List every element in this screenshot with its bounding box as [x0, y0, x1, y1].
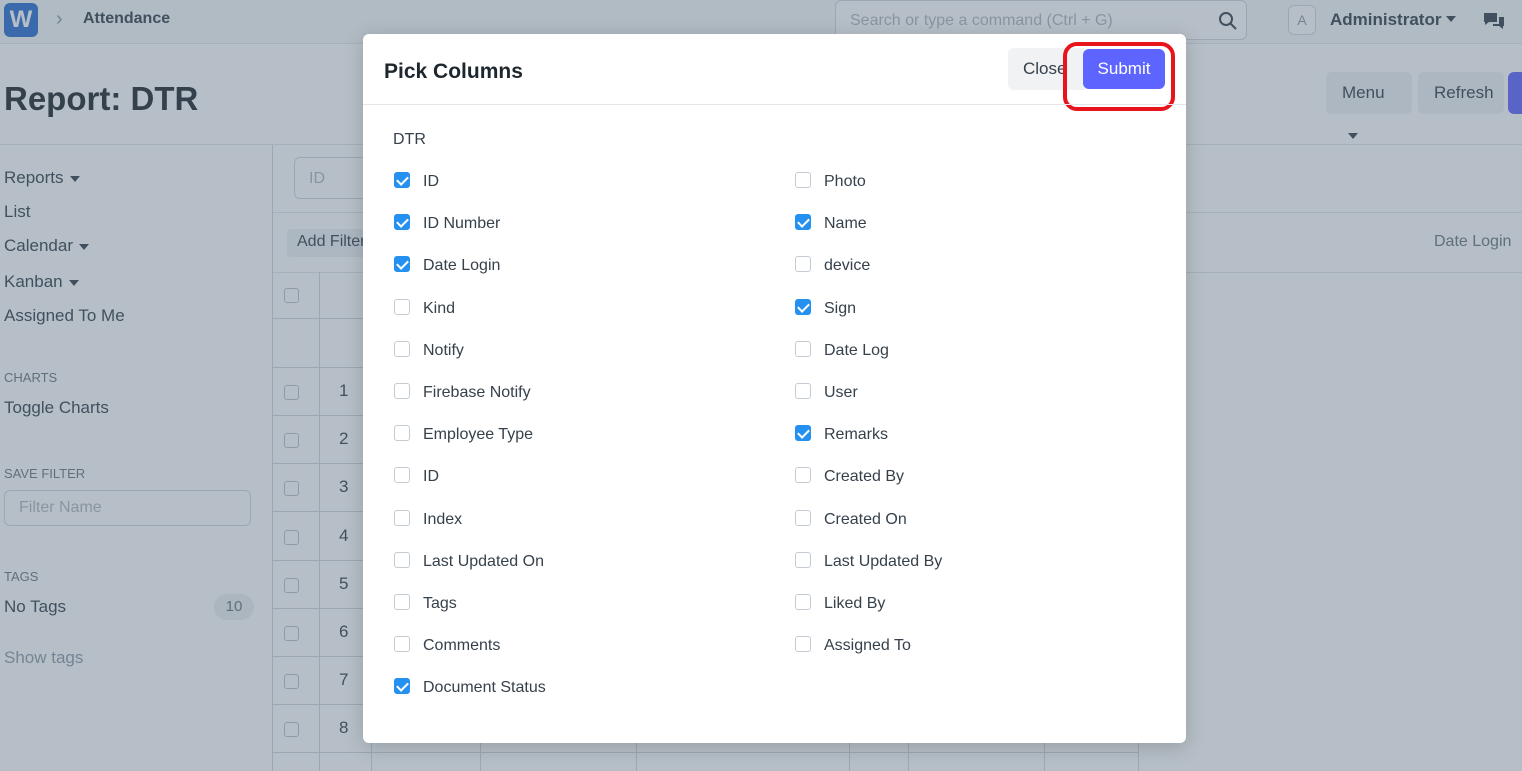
column-option-label: Last Updated On — [423, 552, 544, 570]
column-option-label: Last Updated By — [824, 552, 943, 570]
column-option-label: ID — [423, 173, 439, 190]
column-option-label: Notify — [423, 341, 464, 359]
column-checkbox[interactable] — [795, 256, 811, 273]
column-checkbox[interactable] — [795, 382, 811, 399]
column-checkbox[interactable] — [394, 551, 410, 568]
column-option-label: User — [824, 383, 858, 401]
column-checkbox[interactable] — [795, 298, 811, 315]
column-checkbox[interactable] — [394, 678, 410, 695]
column-option-label: Liked By — [824, 594, 886, 612]
column-checkbox[interactable] — [795, 551, 811, 568]
column-checkbox[interactable] — [394, 636, 410, 653]
column-option-label: Date Login — [423, 257, 501, 275]
column-option-label: Sign — [824, 299, 857, 317]
column-option-label: Photo — [824, 173, 866, 190]
column-checkbox[interactable] — [795, 593, 811, 610]
column-checkbox[interactable] — [795, 467, 811, 484]
column-checkbox[interactable] — [795, 340, 811, 357]
column-option-label: ID — [423, 468, 439, 486]
column-option-label: Employee Type — [423, 426, 533, 444]
column-option-label: Remarks — [824, 426, 889, 444]
highlight-annotation — [1063, 42, 1175, 111]
pick-columns-dialog: Pick Columns Close Submit DTR ID ID Numbe… — [363, 34, 1186, 743]
column-checkbox[interactable] — [795, 425, 811, 442]
column-option-label: Created On — [824, 510, 907, 528]
column-option-label: Comments — [423, 637, 501, 655]
column-option-label: Firebase Notify — [423, 383, 531, 401]
column-option-label: Document Status — [423, 679, 546, 697]
divider — [363, 104, 1186, 105]
column-checkbox[interactable] — [394, 214, 410, 231]
column-checkbox[interactable] — [394, 340, 410, 357]
column-option-label: Name — [824, 215, 867, 233]
dialog-title: Pick Columns — [384, 60, 523, 83]
column-checkbox[interactable] — [394, 509, 410, 526]
column-option-label: ID Number — [423, 215, 501, 233]
column-option-label: Tags — [423, 594, 457, 612]
column-option-label: device — [824, 257, 871, 275]
section-label: DTR — [393, 131, 426, 148]
column-option-label: Index — [423, 510, 463, 528]
column-checkbox[interactable] — [394, 382, 410, 399]
column-checkbox[interactable] — [394, 593, 410, 610]
column-checkbox[interactable] — [795, 172, 811, 188]
column-checkbox[interactable] — [394, 298, 410, 315]
column-checkbox[interactable] — [795, 509, 811, 526]
column-option-label: Assigned To — [824, 637, 911, 655]
column-checkbox[interactable] — [795, 214, 811, 231]
column-checkbox[interactable] — [394, 256, 410, 273]
column-checkbox[interactable] — [394, 467, 410, 484]
column-option-label: Date Log — [824, 341, 889, 359]
column-checkbox[interactable] — [394, 425, 410, 442]
column-checkbox[interactable] — [394, 172, 410, 188]
column-option-label: Kind — [423, 299, 456, 317]
column-checkbox[interactable] — [795, 636, 811, 653]
column-option-label: Created By — [824, 468, 905, 486]
